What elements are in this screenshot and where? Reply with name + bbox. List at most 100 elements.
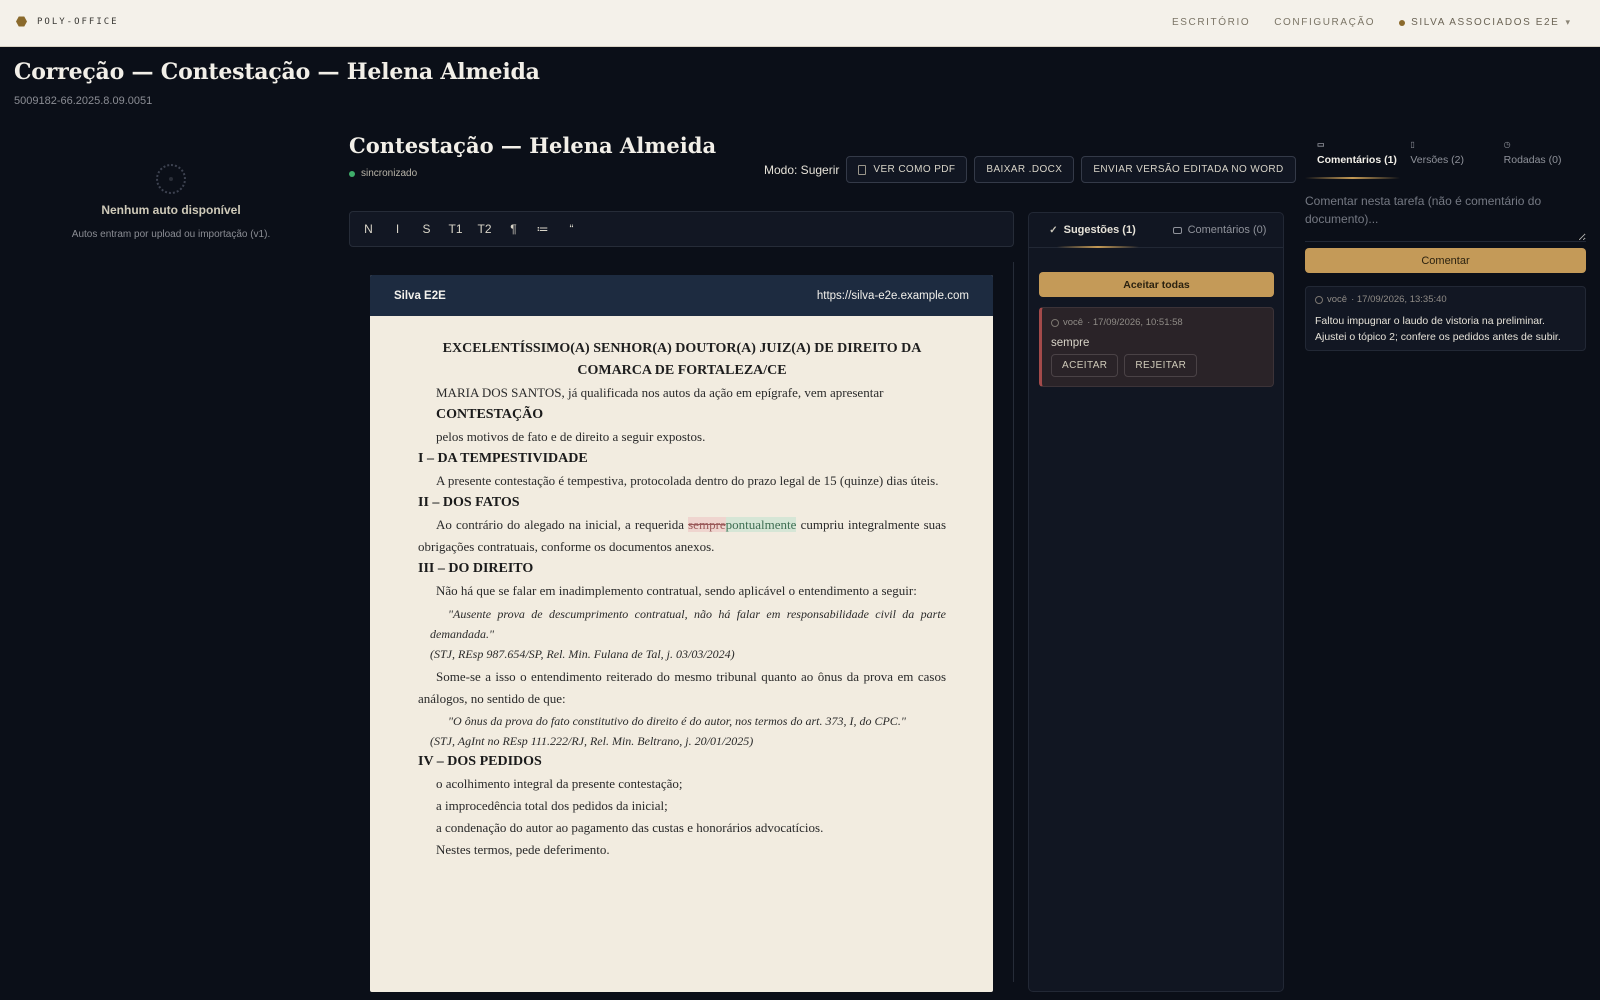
check-icon: ✓ (1049, 224, 1058, 236)
sync-status: sincronizado (349, 168, 417, 179)
task-comment-text: Faltou impugnar o laudo de vistoria na p… (1315, 315, 1561, 343)
user-icon (1315, 295, 1323, 304)
section-3-paragraph-2: Some-se a isso o entendimento reiterado … (418, 669, 946, 706)
suggestions-tabs: ✓ Sugestões (1) Comentários (0) (1029, 213, 1283, 248)
active-tab-indicator (1305, 177, 1400, 179)
letterhead-firm: Silva E2E (394, 289, 446, 302)
section-heading-4: IV – DOS PEDIDOS (418, 754, 542, 769)
suggestion-text: sempre (1051, 337, 1090, 349)
sync-dot-icon (349, 170, 355, 177)
user-icon (1051, 318, 1059, 327)
download-docx-button[interactable]: BAIXAR .DOCX (974, 156, 1075, 183)
court-address-line1: EXCELENTÍSSIMO(A) SENHOR(A) DOUTOR(A) JU… (442, 341, 922, 356)
comment-button[interactable]: Comentar (1305, 248, 1586, 273)
top-nav: ESCRITÓRIO CONFIGURAÇÃO SILVA ASSOCIADOS… (1172, 17, 1570, 28)
comment-icon: ▭ (1317, 140, 1325, 149)
suggestion-card: você · 17/09/2026, 10:51:58 sempre ACEIT… (1039, 307, 1274, 387)
nav-configuracao[interactable]: CONFIGURAÇÃO (1274, 17, 1375, 28)
quote-1-citation: (STJ, REsp 987.654/SP, Rel. Min. Fulana … (430, 647, 735, 661)
empty-state-subtitle: Autos entram por upload ou importação (v… (71, 229, 271, 240)
section-2-text-before: Ao contrário do alegado na inicial, a re… (436, 517, 689, 532)
suggested-insertion[interactable]: pontualmente (725, 517, 797, 532)
accept-all-button[interactable]: Aceitar todas (1039, 272, 1274, 297)
comment-icon (1172, 226, 1182, 234)
tab-suggestions[interactable]: ✓ Sugestões (1) (1029, 213, 1156, 247)
quote-2-citation: (STJ, AgInt no REsp 111.222/RJ, Rel. Min… (430, 734, 754, 748)
chevron-down-icon: ▾ (1565, 17, 1570, 27)
intro-paragraph: MARIA DOS SANTOS, já qualificada nos aut… (436, 385, 884, 400)
suggestion-meta: você · 17/09/2026, 10:51:58 (1051, 317, 1264, 328)
letterhead: Silva E2E https://silva-e2e.example.com (370, 275, 993, 316)
section-heading-2: II – DOS FATOS (418, 495, 520, 510)
autos-empty-state: Nenhum auto disponível Autos entram por … (14, 160, 328, 240)
logo-hex-icon (16, 16, 27, 27)
request-3: a condenação do autor ao pagamento das c… (436, 820, 824, 835)
closing: Nestes termos, pede deferimento. (436, 842, 610, 857)
task-comment-timestamp: · 17/09/2026, 13:35:40 (1351, 294, 1447, 305)
case-number: 5009182-66.2025.8.09.0051 (14, 95, 153, 107)
tab-rounds-label: Rodadas (0) (1503, 154, 1562, 166)
tab-versions-label: Versões (2) (1410, 154, 1465, 166)
quote-button[interactable]: “ (557, 215, 586, 243)
org-name: SILVA ASSOCIADOS E2E (1411, 17, 1560, 28)
court-address: EXCELENTÍSSIMO(A) SENHOR(A) DOUTOR(A) JU… (418, 338, 946, 382)
brand[interactable]: POLY-OFFICE (16, 16, 119, 27)
reject-suggestion-button[interactable]: REJEITAR (1124, 354, 1198, 377)
page-title: Correção — Contestação — Helena Almeida (14, 59, 540, 85)
task-comment-author: você (1327, 294, 1348, 305)
file-icon: ▯ (1410, 140, 1415, 149)
intro-title: CONTESTAÇÃO (436, 407, 544, 422)
active-tab-indicator (1057, 246, 1139, 248)
paragraph-button[interactable]: ¶ (499, 215, 528, 243)
task-panel-tabs: ▭ Comentários (1) ▯ Versões (2) ◷ Rodada… (1305, 140, 1585, 180)
tab-comments[interactable]: ▭ Comentários (1) (1305, 140, 1398, 180)
send-word-button[interactable]: ENVIAR VERSÃO EDITADA NO WORD (1081, 156, 1296, 183)
request-1: o acolhimento integral da presente conte… (436, 776, 683, 791)
court-address-line2: COMARCA DE FORTALEZA/CE (577, 363, 787, 378)
document-actions: Modo: Sugerir VER COMO PDF BAIXAR .DOCX … (764, 156, 1296, 183)
document-body[interactable]: EXCELENTÍSSIMO(A) SENHOR(A) DOUTOR(A) JU… (370, 316, 993, 861)
tab-doc-comments-label: Comentários (0) (1187, 224, 1267, 236)
document-page[interactable]: Silva E2E https://silva-e2e.example.com … (370, 275, 993, 992)
org-dot-icon (1399, 19, 1406, 26)
letterhead-url: https://silva-e2e.example.com (816, 289, 969, 302)
suggested-deletion[interactable]: sempre (688, 517, 726, 532)
suggestion-timestamp: · 17/09/2026, 10:51:58 (1087, 317, 1183, 328)
accept-suggestion-button[interactable]: ACEITAR (1051, 354, 1119, 377)
section-2-paragraph: Ao contrário do alegado na inicial, a re… (418, 514, 946, 558)
task-comment-card: você · 17/09/2026, 13:35:40 Faltou impug… (1305, 286, 1586, 351)
editor-divider (1013, 262, 1014, 982)
intro-end: pelos motivos de fato e de direito a seg… (436, 429, 706, 444)
nav-escritorio[interactable]: ESCRITÓRIO (1172, 17, 1250, 28)
format-toolbar: N I S T1 T2 ¶ ≔ “ (349, 211, 1014, 247)
italic-button[interactable]: I (383, 215, 412, 243)
sync-status-label: sincronizado (361, 168, 418, 179)
org-switcher[interactable]: SILVA ASSOCIADOS E2E ▾ (1399, 17, 1570, 28)
document-title: Contestação — Helena Almeida (349, 133, 717, 158)
heading1-button[interactable]: T1 (441, 215, 470, 243)
section-heading-3: III – DO DIREITO (418, 561, 534, 576)
suggestions-panel: ✓ Sugestões (1) Comentários (0) Aceitar … (1028, 212, 1284, 992)
brand-name: POLY-OFFICE (37, 16, 119, 27)
heading2-button[interactable]: T2 (470, 215, 499, 243)
view-pdf-button[interactable]: VER COMO PDF (846, 156, 968, 183)
normal-text-button[interactable]: N (354, 215, 383, 243)
request-2: a improcedência total dos pedidos da ini… (436, 798, 668, 813)
top-bar: POLY-OFFICE ESCRITÓRIO CONFIGURAÇÃO SILV… (0, 0, 1600, 47)
strikethrough-button[interactable]: S (412, 215, 441, 243)
suggestion-author: você (1063, 317, 1084, 328)
tab-versions[interactable]: ▯ Versões (2) (1398, 140, 1491, 180)
section-heading-1: I – DA TEMPESTIVIDADE (418, 451, 588, 466)
empty-state-icon (156, 164, 186, 194)
section-1-paragraph: A presente contestação é tempestiva, pro… (436, 473, 939, 488)
tab-suggestions-label: Sugestões (1) (1063, 224, 1136, 236)
view-pdf-label: VER COMO PDF (873, 164, 956, 175)
task-comment-input[interactable] (1305, 192, 1586, 242)
quote-1: "Ausente prova de descumprimento contrat… (430, 607, 946, 641)
tab-rounds[interactable]: ◷ Rodadas (0) (1492, 140, 1585, 180)
mode-label: Modo: Sugerir (764, 162, 840, 177)
clock-icon: ◷ (1503, 140, 1511, 149)
tab-doc-comments[interactable]: Comentários (0) (1156, 213, 1283, 247)
list-button[interactable]: ≔ (528, 215, 557, 243)
section-3-paragraph: Não há que se falar em inadimplemento co… (436, 583, 917, 598)
